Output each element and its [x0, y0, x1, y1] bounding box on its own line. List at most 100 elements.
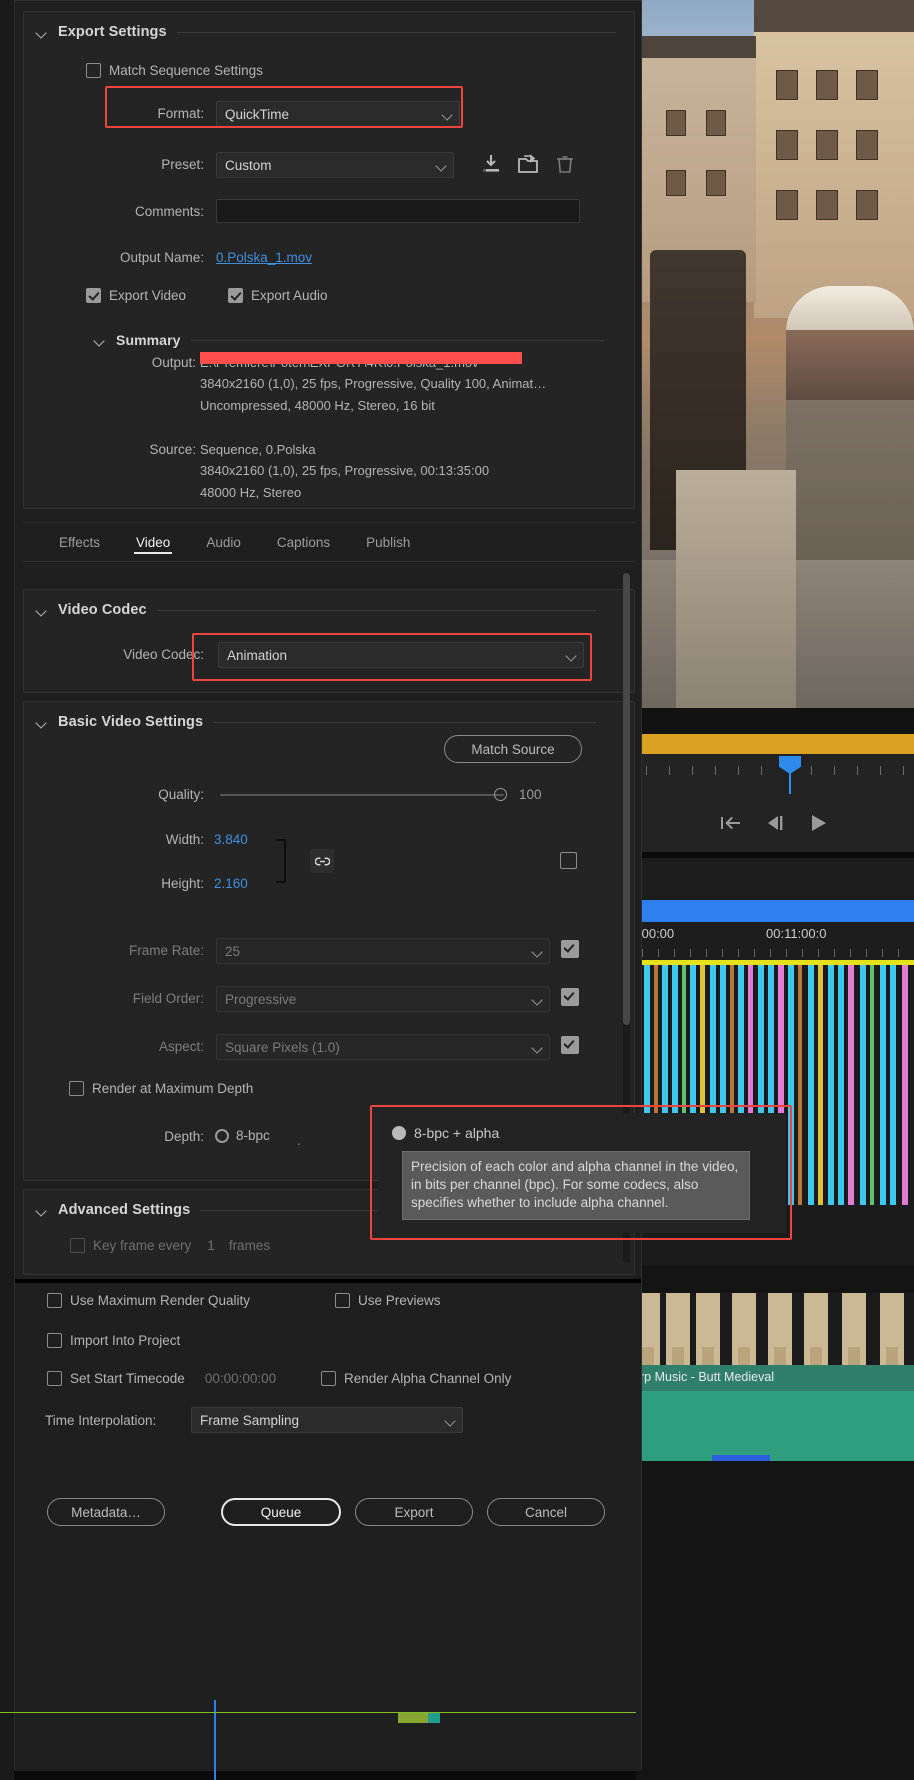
- save-preset-icon[interactable]: [480, 154, 502, 179]
- metadata-button[interactable]: Metadata…: [47, 1498, 165, 1526]
- import-into-project-row[interactable]: Import Into Project: [47, 1333, 180, 1348]
- go-to-in-icon[interactable]: [720, 812, 742, 834]
- tab-video[interactable]: Video: [118, 522, 188, 562]
- play-icon[interactable]: [808, 812, 830, 834]
- set-start-timecode-checkbox[interactable]: [47, 1371, 62, 1386]
- frame-rate-label: Frame Rate:: [128, 943, 204, 958]
- width-value[interactable]: 3.840: [214, 832, 248, 847]
- link-icon[interactable]: [310, 849, 334, 873]
- comments-label: Comments:: [134, 204, 204, 219]
- use-previews-checkbox[interactable]: [335, 1293, 350, 1308]
- step-back-icon[interactable]: [764, 812, 786, 834]
- program-monitor-preview[interactable]: [636, 0, 914, 708]
- advanced-settings-title: Advanced Settings: [58, 1202, 191, 1218]
- depth-option-2-label: 8-bpc + alpha: [414, 1125, 500, 1141]
- preview-roof-left: [636, 36, 756, 58]
- field-order-match-checkbox[interactable]: [561, 988, 579, 1006]
- match-source-button[interactable]: Match Source: [444, 735, 582, 763]
- tab-captions[interactable]: Captions: [259, 522, 348, 562]
- height-label: Height:: [161, 876, 204, 891]
- key-frame-every-row[interactable]: Key frame every 1 frames: [70, 1238, 270, 1253]
- export-settings-twisty-icon[interactable]: [36, 26, 48, 38]
- format-value: QuickTime: [225, 106, 290, 122]
- field-order-dropdown[interactable]: Progressive: [216, 986, 550, 1012]
- queue-button[interactable]: Queue: [221, 1498, 341, 1526]
- quality-slider-knob[interactable]: [494, 788, 507, 801]
- tab-effects[interactable]: Effects: [41, 522, 118, 562]
- preview-window: [666, 170, 686, 196]
- summary-output-label: Output:: [151, 355, 196, 370]
- time-interpolation-label: Time Interpolation:: [45, 1413, 157, 1428]
- video-codec-label: Video Codec:: [123, 647, 204, 662]
- advanced-settings-twisty-icon[interactable]: [36, 1204, 48, 1216]
- video-codec-twisty-icon[interactable]: [36, 604, 48, 616]
- width-label: Width:: [165, 832, 204, 847]
- match-sequence-settings-row[interactable]: Match Sequence Settings: [86, 63, 263, 78]
- delete-preset-icon[interactable]: [554, 154, 576, 179]
- use-max-render-quality-row[interactable]: Use Maximum Render Quality: [47, 1293, 250, 1308]
- export-audio-checkbox[interactable]: [228, 288, 243, 303]
- use-max-render-quality-checkbox[interactable]: [47, 1293, 62, 1308]
- import-into-project-checkbox[interactable]: [47, 1333, 62, 1348]
- output-name-link[interactable]: 0.Polska_1.mov: [216, 250, 312, 265]
- render-max-depth-checkbox[interactable]: [69, 1081, 84, 1096]
- height-value[interactable]: 2.160: [214, 876, 248, 891]
- depth-tooltip-text: Precision of each color and alpha channe…: [411, 1159, 739, 1211]
- summary-output-line3: Uncompressed, 48000 Hz, Stereo, 16 bit: [200, 398, 435, 413]
- window-left-edge: [0, 0, 14, 1780]
- aspect-dropdown[interactable]: Square Pixels (1.0): [216, 1034, 550, 1060]
- summary-source-line3: 48000 Hz, Stereo: [200, 485, 302, 500]
- depth-option-8bpc[interactable]: 8-bpc: [215, 1128, 270, 1143]
- premiere-background-panel: :00:00 00:11:00:0 rp Music - Butt Mediev…: [636, 0, 914, 1780]
- frame-rate-dropdown[interactable]: 25: [216, 938, 550, 964]
- render-max-depth-row[interactable]: Render at Maximum Depth: [69, 1081, 253, 1096]
- render-alpha-only-checkbox[interactable]: [321, 1371, 336, 1386]
- frame-rate-match-checkbox[interactable]: [561, 940, 579, 958]
- aspect-match-checkbox[interactable]: [561, 1036, 579, 1054]
- comments-input[interactable]: [216, 199, 580, 223]
- timeline-audio-clip-label[interactable]: rp Music - Butt Medieval: [636, 1365, 914, 1391]
- monitor-transport-controls[interactable]: [636, 794, 914, 852]
- section-rule: [213, 721, 596, 723]
- format-dropdown[interactable]: QuickTime: [216, 101, 460, 127]
- import-preset-icon[interactable]: [517, 154, 539, 179]
- tab-publish[interactable]: Publish: [348, 522, 428, 562]
- depth-option-8bpc-alpha[interactable]: 8-bpc + alpha: [392, 1125, 499, 1141]
- timeline-ruler-ticks[interactable]: [636, 946, 914, 960]
- tab-label: Captions: [276, 534, 331, 550]
- settings-tab-bar[interactable]: Effects Video Audio Captions Publish: [23, 522, 635, 562]
- use-previews-row[interactable]: Use Previews: [335, 1293, 441, 1308]
- export-label: Export: [394, 1504, 434, 1520]
- export-button[interactable]: Export: [355, 1498, 473, 1526]
- depth-radio-8bpc-alpha[interactable]: [392, 1126, 406, 1140]
- time-interpolation-dropdown[interactable]: Frame Sampling: [191, 1407, 463, 1433]
- cancel-label: Cancel: [524, 1504, 568, 1520]
- set-start-timecode-row[interactable]: Set Start Timecode 00:00:00:00: [47, 1371, 276, 1386]
- cancel-button[interactable]: Cancel: [487, 1498, 605, 1526]
- key-frame-every-value[interactable]: 1: [207, 1238, 215, 1253]
- match-sequence-checkbox[interactable]: [86, 63, 101, 78]
- timeline-empty-area: [636, 1461, 914, 1780]
- section-rule: [176, 31, 616, 33]
- timeline-audio-track[interactable]: [636, 1391, 914, 1461]
- timeline-selected-clip-bar[interactable]: [636, 900, 914, 922]
- preset-dropdown[interactable]: Custom: [216, 152, 454, 178]
- depth-radio-8bpc[interactable]: [215, 1128, 229, 1143]
- export-video-checkbox[interactable]: [86, 288, 101, 303]
- key-frame-every-checkbox[interactable]: [70, 1238, 85, 1253]
- video-codec-value: Animation: [227, 647, 288, 663]
- tab-label: Audio: [206, 534, 241, 550]
- tab-audio[interactable]: Audio: [188, 522, 259, 562]
- export-audio-row[interactable]: Export Audio: [228, 288, 328, 303]
- quality-slider-track[interactable]: [220, 794, 504, 796]
- settings-scrollbar-thumb[interactable]: [623, 573, 630, 1025]
- aspect-lock-checkbox[interactable]: [560, 852, 577, 869]
- aspect-label: Aspect:: [158, 1039, 204, 1054]
- basic-video-twisty-icon[interactable]: [36, 716, 48, 728]
- render-alpha-only-row[interactable]: Render Alpha Channel Only: [321, 1371, 511, 1386]
- monitor-time-ruler[interactable]: [636, 754, 914, 794]
- video-codec-dropdown[interactable]: Animation: [218, 642, 584, 668]
- start-timecode-value[interactable]: 00:00:00:00: [205, 1371, 276, 1386]
- export-video-row[interactable]: Export Video: [86, 288, 186, 303]
- summary-twisty-icon[interactable]: [94, 334, 106, 346]
